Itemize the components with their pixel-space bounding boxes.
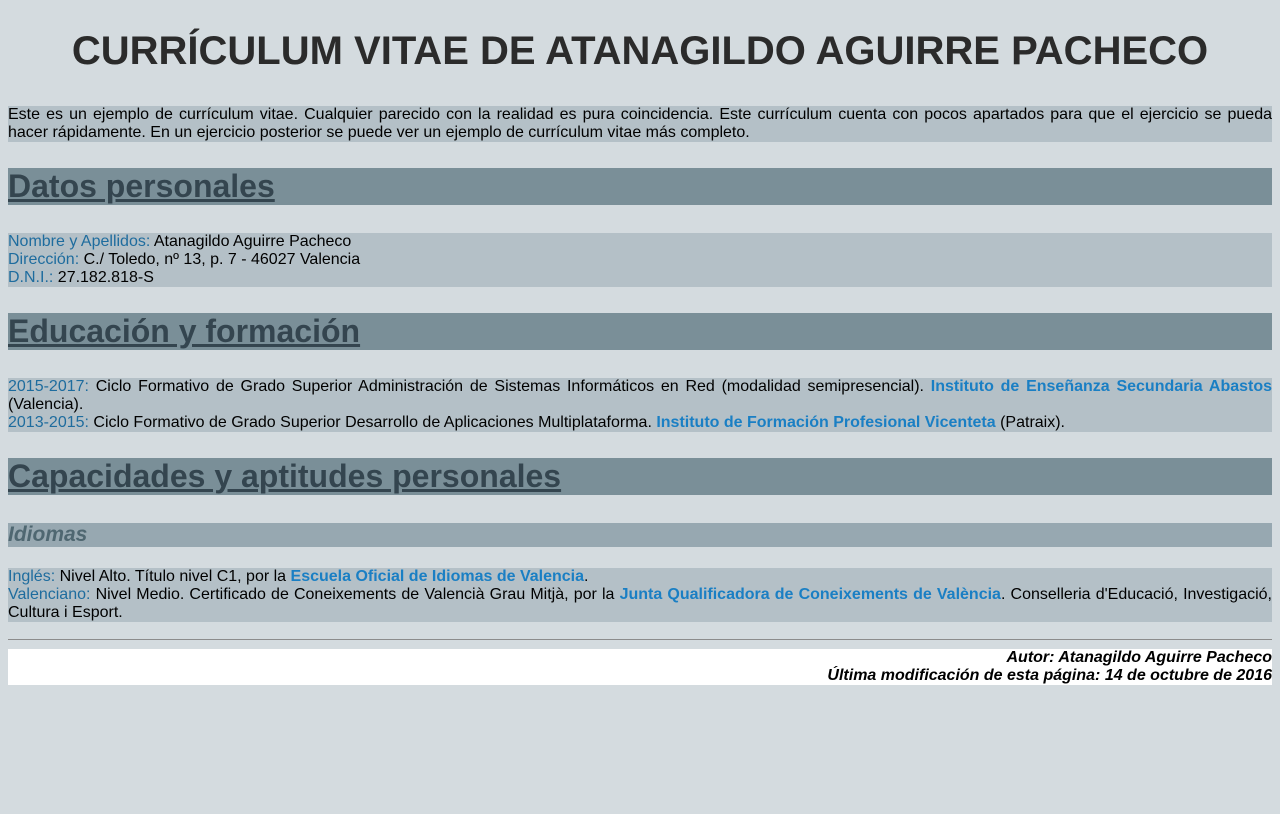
language-row-english: Inglés: Nivel Alto. Título nivel C1, por… — [8, 568, 1272, 586]
personal-data-block: Nombre y Apellidos: Atanagildo Aguirre P… — [8, 233, 1272, 287]
page: CURRÍCULUM VITAE DE ATANAGILDO AGUIRRE P… — [8, 0, 1272, 685]
label-dni: D.N.I.: — [8, 269, 54, 286]
education-years-2: 2013-2015: — [8, 414, 89, 431]
footer-divider — [8, 639, 1272, 640]
page-footer: Autor: Atanagildo Aguirre Pacheco Última… — [8, 649, 1272, 685]
education-text-2: Ciclo Formativo de Grado Superior Desarr… — [88, 414, 657, 431]
education-years-1: 2015-2017: — [8, 378, 89, 395]
education-after-1: (Valencia). — [8, 396, 84, 413]
education-link-2[interactable]: Instituto de Formación Profesional Vicen… — [656, 414, 995, 431]
section-skills-link[interactable]: Capacidades y aptitudes personales — [8, 458, 1272, 495]
language-text-english: Nivel Alto. Título nivel C1, por la — [55, 568, 291, 585]
education-text-1: Ciclo Formativo de Grado Superior Admini… — [88, 378, 931, 395]
page-title: CURRÍCULUM VITAE DE ATANAGILDO AGUIRRE P… — [71, 29, 1209, 73]
section-skills-header: Capacidades y aptitudes personales — [8, 458, 1272, 495]
language-link-english[interactable]: Escuela Oficial de Idiomas de Valencia — [291, 568, 584, 585]
section-personal-link[interactable]: Datos personales — [8, 168, 1272, 205]
language-after-english: . — [583, 568, 589, 585]
intro-paragraph: Este es un ejemplo de currículum vitae. … — [8, 106, 1272, 142]
value-dni: 27.182.818-S — [53, 269, 154, 286]
label-address: Dirección: — [8, 251, 80, 268]
value-address: C./ Toledo, nº 13, p. 7 - 46027 Valencia — [79, 251, 361, 268]
footer-author: Autor: Atanagildo Aguirre Pacheco — [1006, 649, 1272, 666]
language-label-valencian: Valenciano: — [8, 586, 91, 603]
personal-row-name: Nombre y Apellidos: Atanagildo Aguirre P… — [8, 233, 1272, 251]
education-link-1[interactable]: Instituto de Enseñanza Secundaria Abasto… — [931, 378, 1272, 395]
section-education-link[interactable]: Educación y formación — [8, 313, 1272, 350]
language-text-valencian: Nivel Medio. Certificado de Coneixements… — [90, 586, 620, 603]
language-label-english: Inglés: — [8, 568, 56, 585]
section-personal-header: Datos personales — [8, 168, 1272, 205]
education-row-2: 2013-2015: Ciclo Formativo de Grado Supe… — [8, 414, 1272, 432]
section-education-header: Educación y formación — [8, 313, 1272, 350]
language-link-valencian[interactable]: Junta Qualificadora de Coneixements de V… — [620, 586, 1001, 603]
education-after-2: (Patraix). — [995, 414, 1065, 431]
footer-modified: Última modificación de esta página: 14 d… — [827, 667, 1272, 684]
personal-row-dni: D.N.I.: 27.182.818-S — [8, 269, 1272, 287]
value-name: Atanagildo Aguirre Pacheco — [150, 233, 352, 250]
education-block: 2015-2017: Ciclo Formativo de Grado Supe… — [8, 378, 1272, 432]
personal-row-address: Dirección: C./ Toledo, nº 13, p. 7 - 460… — [8, 251, 1272, 269]
label-name: Nombre y Apellidos: — [8, 233, 151, 250]
languages-block: Inglés: Nivel Alto. Título nivel C1, por… — [8, 568, 1272, 622]
language-row-valencian: Valenciano: Nivel Medio. Certificado de … — [8, 586, 1272, 622]
languages-subheading: Idiomas — [8, 523, 1272, 547]
education-row-1: 2015-2017: Ciclo Formativo de Grado Supe… — [8, 378, 1272, 414]
